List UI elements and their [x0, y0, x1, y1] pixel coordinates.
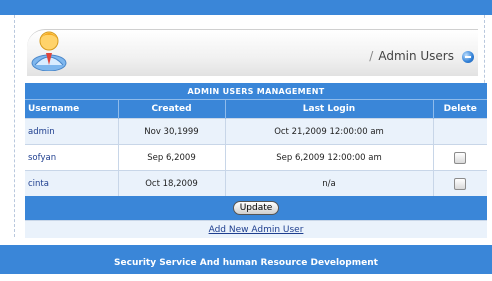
username-link[interactable]: sofyan: [28, 153, 56, 163]
delete-checkbox[interactable]: [454, 151, 467, 164]
column-header-delete: Delete: [432, 99, 487, 119]
page-header: / Admin Users: [27, 29, 478, 76]
table-title: ADMIN USERS MANAGEMENT: [25, 83, 487, 100]
breadcrumb: / Admin Users: [369, 49, 454, 63]
delete-cell: [432, 144, 487, 171]
footer-text: Security Service And human Resource Deve…: [114, 258, 378, 268]
breadcrumb-separator: /: [369, 49, 374, 63]
table-title-row: ADMIN USERS MANAGEMENT: [25, 83, 487, 100]
last-login-cell: Oct 21,2009 12:00:00 am: [224, 118, 433, 145]
main-content: / Admin Users ADMIN USERS MANAGEMENT User…: [14, 15, 487, 238]
action-row: Update: [25, 196, 487, 221]
column-header-created: Created: [117, 99, 225, 119]
username-link[interactable]: cinta: [28, 179, 49, 189]
table-row: sofyan Sep 6,2009 Sep 6,2009 12:00:00 am: [25, 144, 487, 171]
breadcrumb-current: Admin Users: [378, 49, 454, 63]
delete-checkbox[interactable]: [454, 177, 467, 190]
column-header-last-login: Last Login: [224, 99, 433, 119]
delete-cell: [432, 118, 487, 145]
add-new-admin-user-link[interactable]: Add New Admin User: [209, 225, 304, 235]
admin-users-table: ADMIN USERS MANAGEMENT Username Created …: [25, 83, 487, 238]
admin-user-avatar-icon: [29, 25, 69, 72]
created-cell: Nov 30,1999: [117, 118, 225, 145]
table-header-row: Username Created Last Login Delete: [25, 99, 487, 119]
last-login-cell: n/a: [224, 170, 433, 196]
table-row: cinta Oct 18,2009 n/a: [25, 170, 487, 196]
table-row: admin Nov 30,1999 Oct 21,2009 12:00:00 a…: [25, 118, 487, 145]
add-user-row: Add New Admin User: [25, 220, 487, 238]
created-cell: Oct 18,2009: [117, 170, 225, 196]
delete-cell: [432, 170, 487, 196]
created-cell: Sep 6,2009: [117, 144, 225, 171]
last-login-cell: Sep 6,2009 12:00:00 am: [224, 144, 433, 171]
column-header-username: Username: [25, 99, 118, 119]
help-circle-icon[interactable]: [462, 51, 474, 63]
top-banner: [0, 0, 492, 15]
update-button[interactable]: Update: [232, 201, 280, 215]
username-link[interactable]: admin: [28, 127, 55, 137]
footer: Security Service And human Resource Deve…: [0, 245, 492, 274]
